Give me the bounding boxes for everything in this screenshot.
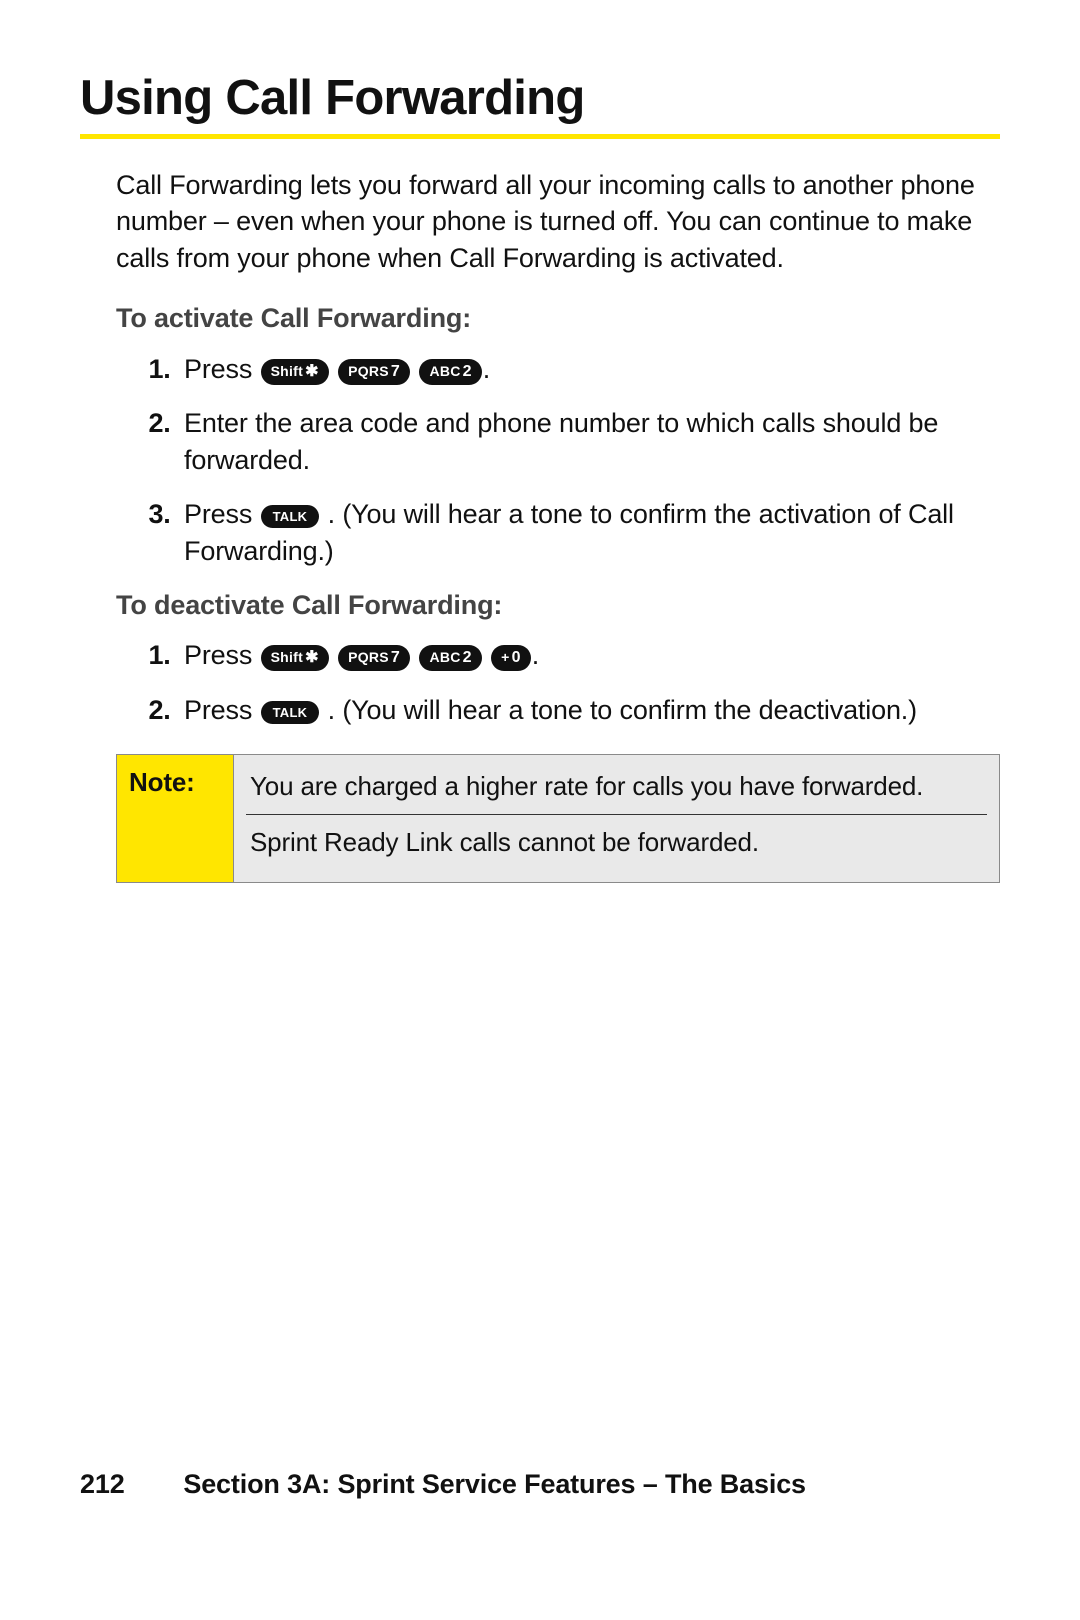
note-content: You are charged a higher rate for calls … <box>234 755 1000 883</box>
deactivate-step-2: Press TALK . (You will hear a tone to co… <box>178 692 1000 728</box>
activate-step-1: Press Shift✱ PQRS7 ABC2. <box>178 351 1000 387</box>
key-plus-0-icon: +0 <box>491 645 531 671</box>
page-number: 212 <box>80 1469 176 1500</box>
activate-steps: Press Shift✱ PQRS7 ABC2. Enter the area … <box>116 351 1000 569</box>
key-pqrs-7-icon: PQRS7 <box>338 359 410 385</box>
activate-heading: To activate Call Forwarding: <box>116 300 1000 336</box>
key-abc-2-icon: ABC2 <box>419 359 481 385</box>
manual-page: Using Call Forwarding Call Forwarding le… <box>0 0 1080 1620</box>
key-pqrs-7-icon: PQRS7 <box>338 645 410 671</box>
step-period: . <box>532 640 539 670</box>
activate-step-3: Press TALK . (You will hear a tone to co… <box>178 496 1000 569</box>
step-period: . <box>483 354 490 384</box>
deactivate-heading: To deactivate Call Forwarding: <box>116 587 1000 623</box>
intro-paragraph: Call Forwarding lets you forward all you… <box>116 167 1000 276</box>
step-rest: . (You will hear a tone to confirm the d… <box>328 695 917 725</box>
step-text: Press <box>184 640 252 670</box>
step-text: Press <box>184 499 252 529</box>
deactivate-step-1: Press Shift✱ PQRS7 ABC2 +0. <box>178 637 1000 673</box>
key-shift-star-icon: Shift✱ <box>261 645 329 671</box>
key-talk-icon: TALK <box>261 505 320 528</box>
key-shift-star-icon: Shift✱ <box>261 359 329 385</box>
step-text: Press <box>184 695 252 725</box>
step-text: Press <box>184 354 252 384</box>
activate-step-2: Enter the area code and phone number to … <box>178 405 1000 478</box>
note-line-1: You are charged a higher rate for calls … <box>246 765 987 815</box>
page-footer: 212 Section 3A: Sprint Service Features … <box>80 1469 806 1500</box>
deactivate-steps: Press Shift✱ PQRS7 ABC2 +0. Press TALK .… <box>116 637 1000 728</box>
key-abc-2-icon: ABC2 <box>419 645 481 671</box>
note-label: Note: <box>117 755 234 883</box>
section-label: Section 3A: Sprint Service Features – Th… <box>183 1469 806 1499</box>
note-line-2: Sprint Ready Link calls cannot be forwar… <box>246 821 987 870</box>
page-title: Using Call Forwarding <box>80 70 1000 139</box>
note-box: Note: You are charged a higher rate for … <box>116 754 1000 883</box>
key-talk-icon: TALK <box>261 701 320 724</box>
body-content: Call Forwarding lets you forward all you… <box>80 139 1000 883</box>
